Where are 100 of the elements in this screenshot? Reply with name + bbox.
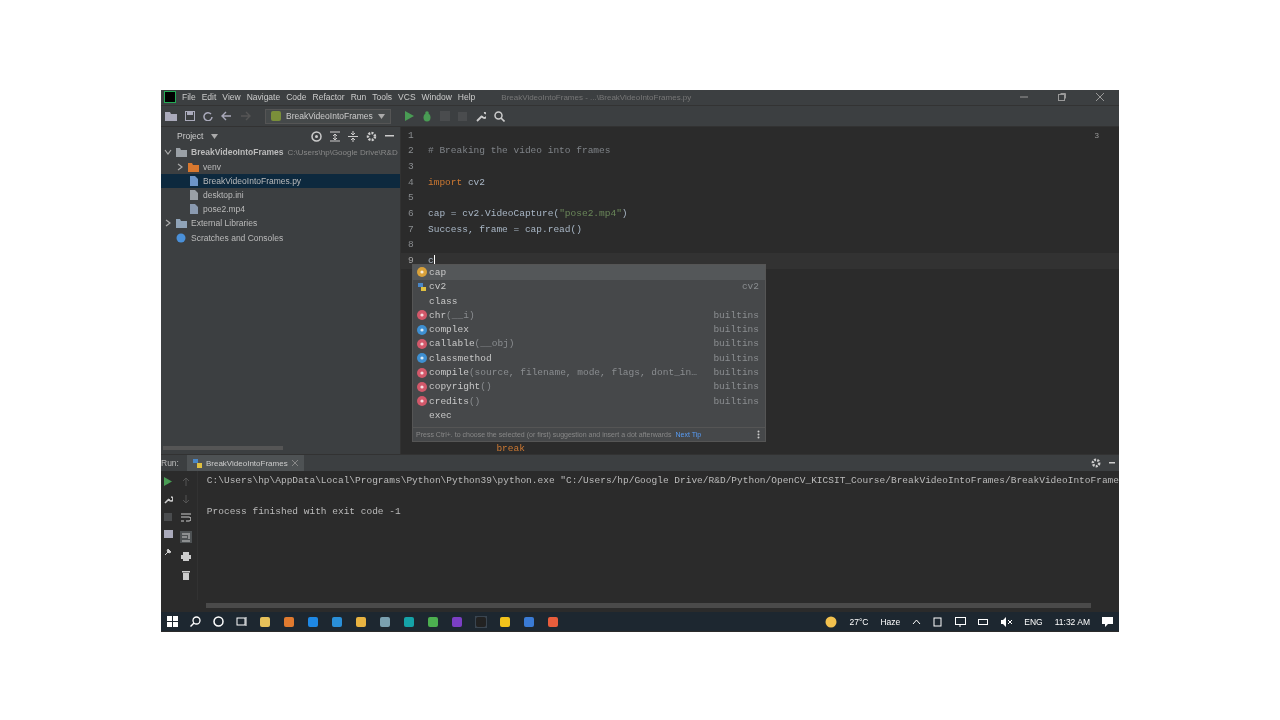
- rerun-icon[interactable]: [164, 477, 173, 487]
- completion-item[interactable]: credits() builtins: [413, 394, 765, 409]
- tray-icon[interactable]: [933, 616, 944, 627]
- layout-icon[interactable]: [163, 530, 173, 539]
- console-output-line: C:\Users\hp\AppData\Local\Programs\Python\Python39\python.exe "C:/Users/hp/Google Drive/R&D/Python/OpenCV_KICSIT_Course/BreakVideoIntoFrames/BreakVideoIntoFrame: [206, 475, 1119, 489]
- tree-item[interactable]: venv: [161, 159, 400, 174]
- network-icon[interactable]: [955, 616, 967, 627]
- tree-item[interactable]: pose2.mp4: [161, 202, 400, 217]
- taskbar-app-icon[interactable]: [355, 615, 367, 628]
- battery-icon[interactable]: [978, 617, 990, 626]
- menu-item[interactable]: Navigate: [246, 92, 281, 103]
- search-icon[interactable]: [190, 616, 201, 628]
- caret-icon[interactable]: [211, 133, 219, 139]
- wrench-icon[interactable]: [474, 110, 486, 122]
- trash-icon[interactable]: [182, 570, 190, 581]
- menu-item[interactable]: File: [182, 92, 196, 103]
- target-icon[interactable]: [311, 130, 322, 142]
- tree-item[interactable]: BreakVideoIntoFrames C:\Users\hp\Google Drive\R&D: [161, 145, 400, 160]
- clock[interactable]: 11:32 AM: [1054, 616, 1090, 627]
- input-language[interactable]: ENG: [1024, 616, 1043, 627]
- pin-icon[interactable]: [163, 547, 173, 557]
- settings-icon[interactable]: [1091, 458, 1101, 469]
- taskbar-app-icon[interactable]: [259, 615, 271, 628]
- run-icon[interactable]: [404, 111, 414, 122]
- completion-item[interactable]: cv2 cv2: [413, 279, 765, 294]
- taskbar-app-icon[interactable]: [499, 615, 511, 628]
- tree-item[interactable]: Scratches and Consoles: [161, 230, 400, 245]
- hide-icon[interactable]: [1109, 461, 1115, 465]
- wrench-icon[interactable]: [163, 495, 173, 505]
- file-type-icon: [176, 218, 187, 229]
- weather-condition[interactable]: Haze: [880, 616, 901, 627]
- panel-title[interactable]: Project: [165, 131, 204, 142]
- temperature[interactable]: 27°C: [849, 616, 869, 627]
- completion-item[interactable]: callable(__obj) builtins: [413, 336, 765, 352]
- taskbar-app-icon[interactable]: [427, 615, 439, 628]
- muted-speaker-icon[interactable]: [1001, 616, 1013, 627]
- caret-icon: [377, 113, 385, 119]
- menu-item[interactable]: Run: [350, 92, 367, 103]
- run-tab[interactable]: BreakVideoIntoFrames: [186, 455, 304, 472]
- task-view-icon[interactable]: [236, 616, 247, 628]
- menu-item[interactable]: View: [222, 92, 241, 103]
- back-arrow-icon[interactable]: [221, 111, 232, 122]
- folder-icon[interactable]: [165, 111, 177, 122]
- search-icon[interactable]: [493, 110, 505, 122]
- completion-item[interactable]: copyright() builtins: [413, 379, 765, 394]
- hide-icon[interactable]: [385, 134, 394, 138]
- taskbar-app-icon[interactable]: [307, 615, 319, 628]
- menu-item[interactable]: Refactor: [312, 92, 345, 103]
- line-number: 3: [408, 161, 414, 173]
- windows-start-icon[interactable]: [167, 616, 178, 628]
- symbol-kind-icon: [417, 381, 427, 392]
- completion-item[interactable]: exec: [413, 408, 765, 423]
- debug-icon[interactable]: [421, 110, 432, 122]
- completion-item[interactable]: class: [413, 293, 765, 309]
- tree-item[interactable]: External Libraries: [161, 216, 400, 231]
- soft-wrap-icon[interactable]: [181, 513, 191, 523]
- expand-all-icon[interactable]: [330, 130, 340, 142]
- completion-item[interactable]: chr(__i) builtins: [413, 308, 765, 323]
- warning-count[interactable]: 3: [1094, 131, 1099, 141]
- taskbar-app-icon[interactable]: [331, 615, 343, 628]
- taskbar-app-icon[interactable]: [403, 615, 415, 628]
- more-icon[interactable]: [757, 430, 760, 440]
- refresh-icon[interactable]: [203, 111, 213, 122]
- tree-item[interactable]: desktop.ini: [161, 187, 400, 203]
- collapse-all-icon[interactable]: [348, 130, 358, 142]
- file-type-icon: [188, 175, 199, 186]
- menu-item[interactable]: Edit: [201, 92, 217, 103]
- circle-icon[interactable]: [213, 616, 224, 628]
- taskbar-app-icon[interactable]: [547, 615, 559, 628]
- menu-item[interactable]: Help: [457, 92, 476, 103]
- taskbar-app-icon[interactable]: [379, 615, 391, 628]
- completion-item[interactable]: cap: [413, 265, 765, 280]
- save-icon[interactable]: [185, 111, 195, 122]
- chevron-up-icon[interactable]: [912, 618, 922, 625]
- symbol-kind-icon: [417, 310, 427, 321]
- file-type-icon: [188, 204, 199, 215]
- notification-icon[interactable]: [1102, 616, 1113, 627]
- code-line: cap = cv2.VideoCapture("pose2.mp4"): [428, 208, 628, 220]
- menu-item[interactable]: Window: [421, 92, 452, 103]
- tree-item[interactable]: BreakVideoIntoFrames.py: [161, 173, 400, 188]
- chevron-icon[interactable]: [164, 219, 172, 228]
- print-icon[interactable]: [181, 552, 191, 562]
- menu-item[interactable]: VCS: [398, 92, 416, 103]
- line-number: 8: [408, 239, 414, 251]
- completion-item[interactable]: classmethod builtins: [413, 351, 765, 366]
- taskbar-app-icon[interactable]: [283, 615, 295, 628]
- project-path: C:\Users\hp\Google Drive\R&D: [287, 147, 398, 157]
- settings-icon[interactable]: [366, 130, 377, 142]
- menu-item[interactable]: Tools: [372, 92, 393, 103]
- completion-item[interactable]: complex builtins: [413, 322, 765, 337]
- scrollbar-thumb[interactable]: [206, 603, 1091, 609]
- code-line: # Breaking the video into frames: [428, 145, 611, 157]
- scroll-to-end-icon[interactable]: [180, 531, 192, 544]
- completion-item[interactable]: compile(source, filename, mode, flags, dont_in… builtins: [413, 365, 765, 380]
- run-configuration-dropdown[interactable]: BreakVideoIntoFrames: [265, 108, 391, 124]
- symbol-kind-icon: [417, 338, 427, 349]
- chevron-icon[interactable]: [176, 162, 184, 171]
- menu-item[interactable]: Code: [286, 92, 307, 103]
- symbol-kind-icon: [417, 367, 427, 378]
- chevron-icon[interactable]: [164, 148, 172, 157]
